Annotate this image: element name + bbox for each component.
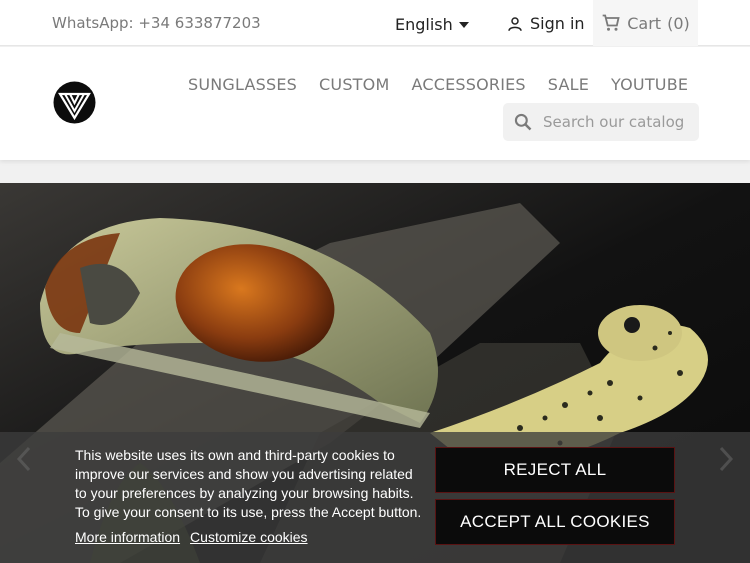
sign-in-label: Sign in [530, 14, 585, 33]
accept-all-cookies-button[interactable]: ACCEPT ALL COOKIES [435, 499, 675, 545]
nav-accessories[interactable]: ACCESSORIES [411, 75, 525, 94]
nav-custom[interactable]: CUSTOM [319, 75, 389, 94]
cookie-links: More information Customize cookies [75, 529, 308, 545]
main-header: SUNGLASSES CUSTOM ACCESSORIES SALE YOUTU… [0, 47, 750, 160]
nav-youtube[interactable]: YOUTUBE [611, 75, 688, 94]
top-bar: WhatsApp: +34 633877203 English Sign in … [0, 0, 750, 46]
search-box [503, 103, 699, 141]
cookie-message: This website uses its own and third-part… [75, 447, 422, 520]
whatsapp-contact[interactable]: WhatsApp: +34 633877203 [52, 14, 261, 32]
user-icon [508, 16, 522, 31]
customize-cookies-link[interactable]: Customize cookies [190, 529, 308, 545]
cart-button[interactable]: Cart (0) [593, 0, 698, 46]
cart-icon [602, 14, 620, 31]
reject-all-button[interactable]: REJECT ALL [435, 447, 675, 493]
search-input[interactable] [543, 113, 693, 131]
cart-count: (0) [667, 13, 690, 33]
nav-sunglasses[interactable]: SUNGLASSES [188, 75, 297, 94]
more-information-link[interactable]: More information [75, 529, 180, 545]
language-label: English [395, 15, 453, 34]
main-nav: SUNGLASSES CUSTOM ACCESSORIES SALE YOUTU… [188, 75, 688, 94]
nav-sale[interactable]: SALE [548, 75, 589, 94]
cart-label: Cart [627, 13, 662, 33]
sign-in-link[interactable]: Sign in [506, 14, 585, 33]
language-selector[interactable]: English [395, 15, 469, 34]
cookie-banner: This website uses its own and third-part… [0, 432, 750, 563]
search-icon[interactable] [513, 112, 533, 132]
caret-down-icon [458, 21, 469, 28]
brand-logo[interactable] [52, 80, 97, 125]
